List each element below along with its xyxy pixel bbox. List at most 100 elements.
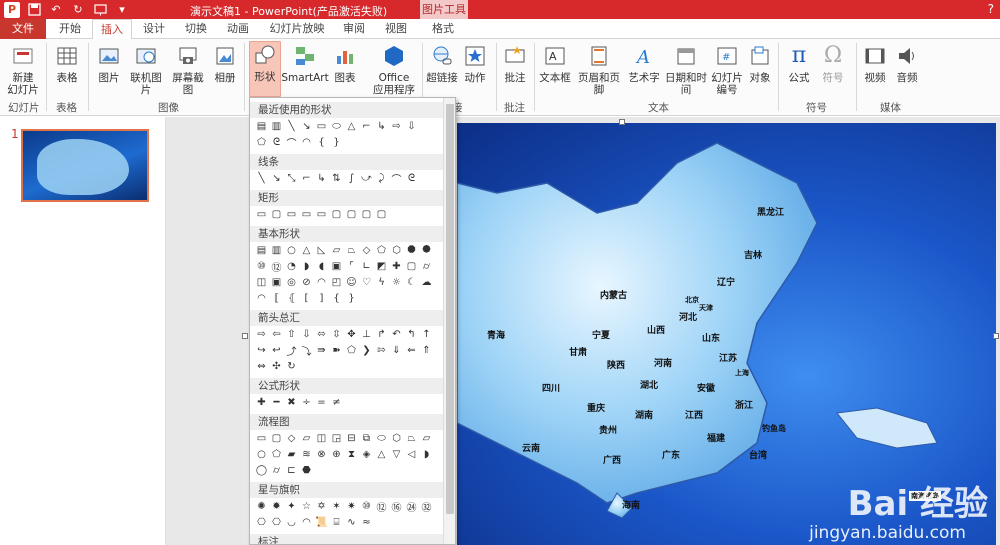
tab-animations[interactable]: 动画 (218, 19, 258, 39)
flowchart-preparation-shape[interactable]: ⬡ (390, 432, 403, 445)
curved-left-arrow-shape[interactable]: ↩ (270, 344, 283, 357)
scribble-shape[interactable]: ᘓ (270, 136, 283, 149)
quad-arrow-callout-shape[interactable]: ✣ (270, 360, 283, 373)
donut-shape[interactable]: ◎ (285, 276, 298, 289)
chevron-shape[interactable]: ❯ (360, 344, 373, 357)
up-arrow-shape[interactable]: ⇧ (285, 328, 298, 341)
curve-shape[interactable]: ⌒ (390, 172, 403, 186)
snip-round-rectangle-shape[interactable]: ▢ (330, 208, 343, 221)
flowchart-connector-shape[interactable]: ○ (255, 448, 268, 461)
smartart-button[interactable]: SmartArt (281, 43, 329, 84)
minus-shape[interactable]: ━ (270, 396, 283, 409)
comment-button[interactable]: 批注 (500, 43, 530, 84)
snip-diagonal-rectangle-shape[interactable]: ▭ (315, 208, 328, 221)
heart-shape[interactable]: ♡ (360, 276, 373, 289)
scrollbar-thumb[interactable] (446, 104, 454, 514)
symbol-button[interactable]: Ω 符号 (818, 43, 848, 85)
left-arrow-shape[interactable]: ⇦ (270, 328, 283, 341)
tab-insert[interactable]: 插入 (92, 19, 132, 40)
oval-shape[interactable]: ⬭ (330, 120, 343, 133)
tab-transitions[interactable]: 切换 (176, 19, 216, 39)
curved-up-arrow-shape[interactable]: ⤴ (285, 344, 298, 358)
diagonal-stripe-shape[interactable]: ◩ (375, 260, 388, 273)
resize-handle[interactable] (619, 119, 625, 125)
flowchart-predefined-process-shape[interactable]: ◫ (315, 432, 328, 445)
equal-shape[interactable]: = (315, 396, 328, 409)
vertical-textbox-shape[interactable]: ▥ (270, 244, 283, 257)
flowchart-terminator-shape[interactable]: ⬭ (375, 432, 388, 445)
left-right-arrow-shape[interactable]: ⬄ (315, 328, 328, 341)
snip-same-side-rectangle-shape[interactable]: ▭ (300, 208, 313, 221)
online-picture-button[interactable]: 联机图片 (126, 43, 166, 96)
bent-up-arrow-shape[interactable]: ↑ (420, 328, 433, 341)
flowchart-delay-shape[interactable]: ◗ (420, 448, 433, 461)
half-frame-shape[interactable]: ⌜ (345, 260, 358, 273)
curved-right-arrow-shape[interactable]: ↪ (255, 344, 268, 357)
save-icon[interactable] (26, 2, 42, 18)
map-picture[interactable]: 黑龙江 吉林 辽宁 内蒙古 河北 北京 天津 山西 山东 宁夏 青海 甘肃 陕西… (457, 123, 996, 545)
line-shape[interactable]: ╲ (255, 172, 268, 185)
flowchart-summing-junction-shape[interactable]: ⊗ (315, 448, 328, 461)
snip-rectangle-shape[interactable]: ▭ (285, 208, 298, 221)
star-24-shape[interactable]: ㉔ (405, 500, 418, 514)
freeform-shape[interactable]: ᘓ (405, 172, 418, 185)
right-triangle-shape[interactable]: ◺ (315, 244, 328, 257)
lightning-bolt-shape[interactable]: ϟ (375, 276, 388, 289)
picture-button[interactable]: 图片 (94, 43, 124, 84)
left-brace-shape[interactable]: { (330, 292, 343, 305)
circular-arrow-shape[interactable]: ↻ (285, 360, 298, 373)
left-up-arrow-shape[interactable]: ↰ (405, 328, 418, 341)
flowchart-collate-shape[interactable]: ⧗ (345, 448, 358, 461)
pie-shape[interactable]: ◔ (285, 260, 298, 273)
left-arrow-callout-shape[interactable]: ⇐ (405, 344, 418, 357)
start-slideshow-icon[interactable] (92, 2, 108, 18)
down-arrow-callout-shape[interactable]: ⇓ (390, 344, 403, 357)
arrow-line-shape[interactable]: ↘ (270, 172, 283, 185)
oval-shape[interactable]: ○ (285, 244, 298, 257)
plus-shape[interactable]: ✚ (255, 396, 268, 409)
customize-qat-icon[interactable]: ▾ (114, 2, 130, 18)
tab-review[interactable]: 审阅 (334, 19, 374, 39)
striped-right-arrow-shape[interactable]: ⇛ (315, 344, 328, 357)
flowchart-manual-operation-shape[interactable]: ⏥ (420, 432, 433, 445)
rectangle-shape[interactable]: ▭ (315, 120, 328, 133)
flowchart-display-shape[interactable]: ⬣ (300, 464, 313, 477)
curved-arrow-shape[interactable]: ⤻ (360, 172, 373, 185)
left-right-arrow-callout-shape[interactable]: ⇔ (255, 360, 268, 373)
equation-button[interactable]: π 公式 (784, 43, 814, 85)
curved-down-ribbon-shape[interactable]: ◠ (300, 516, 313, 529)
star-7-shape[interactable]: ✶ (330, 500, 343, 513)
vertical-scroll-shape[interactable]: 📜 (315, 516, 328, 529)
flowchart-merge-shape[interactable]: ▽ (390, 448, 403, 461)
resize-handle[interactable] (993, 333, 999, 339)
chart-button[interactable]: 图表 (330, 43, 360, 84)
trapezoid-shape[interactable]: ⏢ (345, 244, 358, 257)
right-brace-shape[interactable]: } (330, 136, 343, 149)
audio-button[interactable]: 音频 (892, 43, 922, 84)
up-arrow-callout-shape[interactable]: ⇑ (420, 344, 433, 357)
video-button[interactable]: 视频 (860, 43, 890, 84)
star-5-shape[interactable]: ☆ (300, 500, 313, 513)
flowchart-card-shape[interactable]: ▰ (285, 448, 298, 461)
round-single-corner-rectangle-shape[interactable]: ▢ (345, 208, 358, 221)
redo-icon[interactable]: ↻ (70, 2, 86, 18)
flowchart-data-shape[interactable]: ▱ (300, 432, 313, 445)
flowchart-offpage-connector-shape[interactable]: ⬠ (270, 448, 283, 461)
flowchart-document-shape[interactable]: ⊟ (345, 432, 358, 445)
down-arrow-shape[interactable]: ⇩ (300, 328, 313, 341)
shapes-gallery-scrollbar[interactable] (443, 98, 455, 544)
textbox-shape[interactable]: ▤ (255, 244, 268, 257)
right-arrow-shape[interactable]: ⇨ (255, 328, 268, 341)
rectangle-shape[interactable]: ▭ (255, 208, 268, 221)
object-button[interactable]: 对象 (746, 43, 774, 84)
tab-design[interactable]: 设计 (134, 19, 174, 39)
diamond-shape[interactable]: ◇ (360, 244, 373, 257)
office-apps-button[interactable]: Office 应用程序 (368, 43, 420, 96)
up-ribbon-shape[interactable]: ⎔ (255, 516, 268, 529)
round-same-side-rectangle-shape[interactable]: ▢ (360, 208, 373, 221)
line-shape[interactable]: ╲ (285, 120, 298, 133)
datetime-button[interactable]: 日期和时间 (664, 43, 708, 96)
star-8-shape[interactable]: ✷ (345, 500, 358, 513)
flowchart-multidocument-shape[interactable]: ⧉ (360, 432, 373, 445)
plaque-shape[interactable]: ▢ (405, 260, 418, 273)
